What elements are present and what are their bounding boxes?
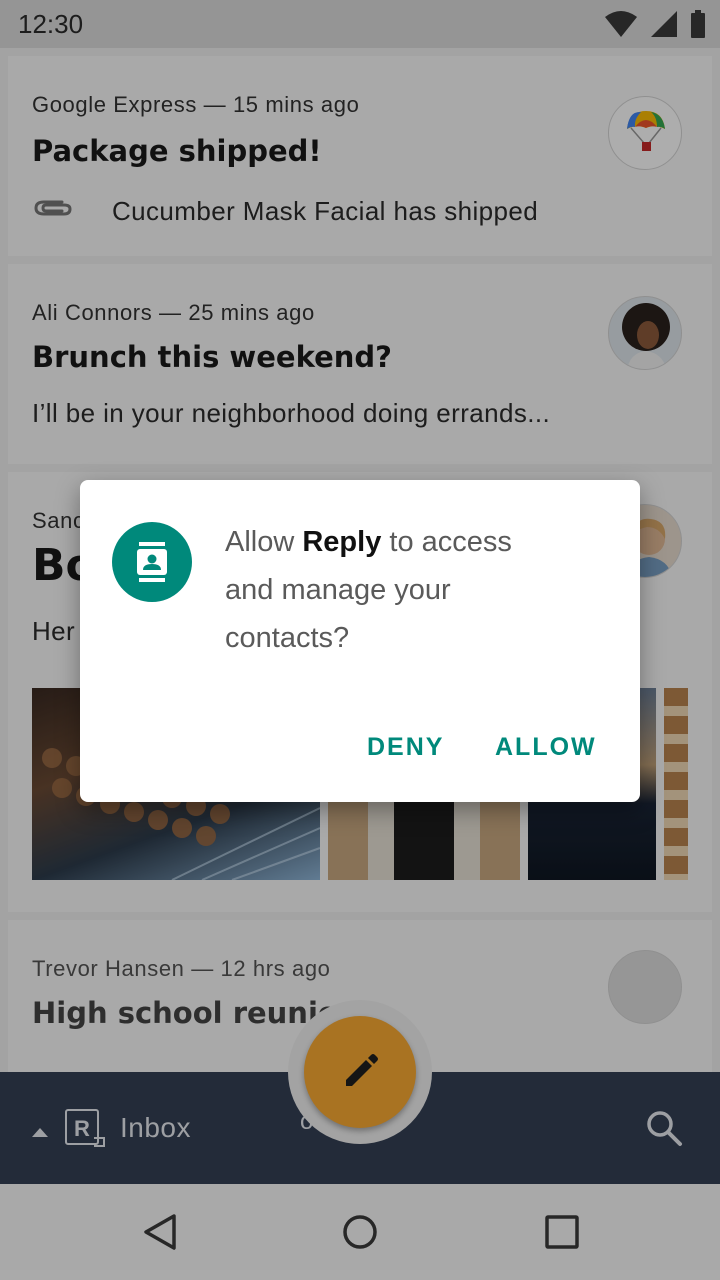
contacts-icon: [112, 522, 192, 602]
app-name: Reply: [302, 526, 382, 558]
deny-button[interactable]: DENY: [367, 733, 444, 762]
allow-button[interactable]: ALLOW: [495, 733, 597, 762]
permission-dialog: Allow Reply to access and manage your co…: [80, 480, 640, 802]
dialog-message: Allow Reply to access and manage your co…: [225, 526, 512, 654]
